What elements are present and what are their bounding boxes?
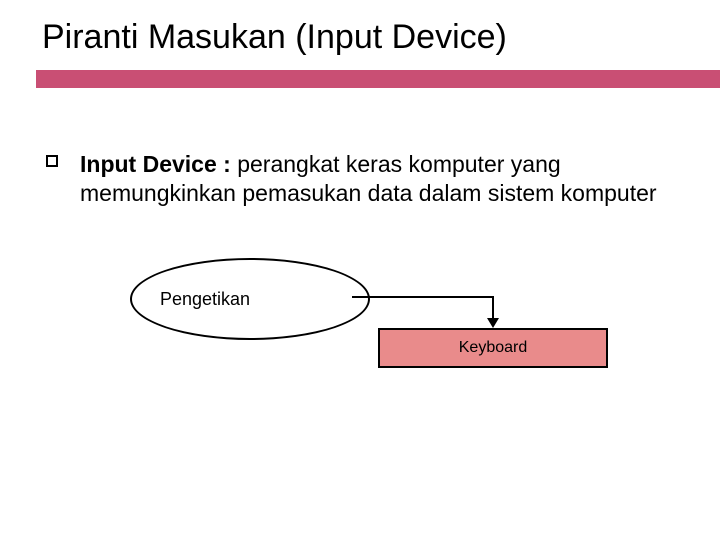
connector-horizontal bbox=[352, 296, 494, 298]
category-node: Pengetikan bbox=[130, 258, 370, 340]
example-label: Keyboard bbox=[459, 339, 528, 357]
bullet-icon bbox=[46, 155, 58, 167]
title-main: Piranti Masukan bbox=[42, 18, 286, 56]
arrow-down-icon bbox=[487, 318, 499, 328]
definition-term: Input Device : bbox=[80, 151, 231, 177]
accent-bar bbox=[0, 70, 720, 88]
example-node: Keyboard bbox=[378, 328, 608, 368]
slide-title: Piranti Masukan (Input Device) bbox=[42, 18, 507, 57]
category-label: Pengetikan bbox=[160, 289, 250, 310]
definition-text: Input Device : perangkat keras komputer … bbox=[80, 150, 660, 208]
title-paren: (Input Device) bbox=[295, 18, 507, 56]
accent-bar-gap bbox=[0, 70, 36, 88]
